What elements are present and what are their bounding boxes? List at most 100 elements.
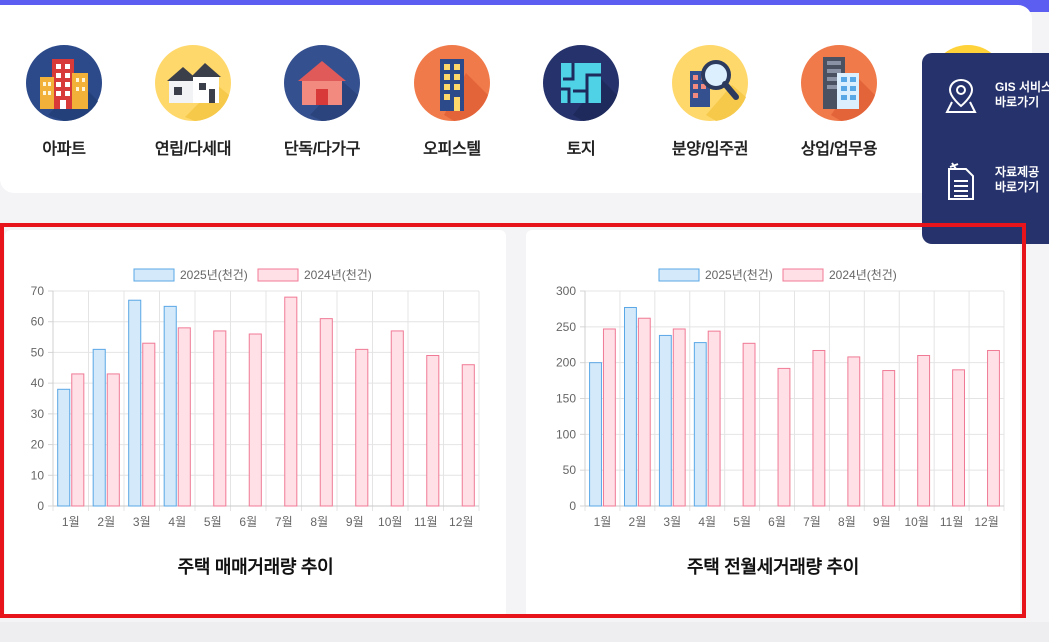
bar-2024 bbox=[742, 342, 756, 507]
x-tick-label: 11월 bbox=[940, 515, 964, 529]
x-tick-label: 4월 bbox=[168, 515, 186, 529]
bar-2024 bbox=[355, 348, 369, 507]
bar-2024 bbox=[319, 318, 333, 507]
bar-2025 bbox=[128, 299, 142, 507]
bar-2024 bbox=[106, 373, 120, 507]
legend-label: 2025년(천건) bbox=[180, 267, 248, 282]
bar-2024 bbox=[812, 349, 826, 507]
document-icon bbox=[948, 162, 974, 200]
x-tick-label: 5월 bbox=[204, 515, 222, 529]
category-commercial[interactable]: 상업/업무용 bbox=[779, 45, 899, 165]
category-label: 분양/입주권 bbox=[671, 141, 749, 158]
legend-swatch bbox=[782, 268, 824, 282]
bar-2025 bbox=[589, 362, 602, 507]
y-tick-label: 50 bbox=[563, 463, 577, 477]
bar-2024 bbox=[987, 349, 1000, 507]
map-pin-icon bbox=[945, 78, 977, 113]
y-tick-label: 200 bbox=[556, 356, 576, 370]
y-tick-label: 10 bbox=[31, 468, 45, 482]
bar-2025 bbox=[658, 334, 672, 507]
category-detached-house[interactable]: 단독/다가구 bbox=[262, 45, 382, 165]
x-tick-label: 3월 bbox=[663, 515, 681, 529]
bar-2024 bbox=[672, 328, 686, 507]
category-apartment[interactable]: 아파트 bbox=[4, 45, 124, 165]
x-tick-label: 4월 bbox=[698, 515, 716, 529]
chart-title: 주택 매매거래량 추이 bbox=[177, 557, 334, 577]
legend-label: 2025년(천건) bbox=[705, 267, 773, 282]
bar-2024 bbox=[71, 373, 85, 507]
legend-swatch bbox=[133, 268, 175, 282]
y-tick-label: 150 bbox=[556, 392, 576, 406]
category-label: 연립/다세대 bbox=[154, 141, 232, 158]
x-tick-label: 12월 bbox=[449, 515, 473, 529]
row-house-icon bbox=[155, 45, 231, 121]
bottom-strip bbox=[0, 622, 1049, 642]
bar-2024 bbox=[602, 328, 616, 507]
bar-2024 bbox=[707, 330, 721, 507]
bar-2024 bbox=[917, 355, 931, 507]
gis-service-link[interactable]: GIS 서비스 바로가기 bbox=[922, 66, 1049, 126]
bar-2025 bbox=[624, 306, 637, 507]
legend-label: 2024년(천건) bbox=[304, 267, 372, 282]
land-icon bbox=[543, 45, 619, 121]
legend-swatch bbox=[257, 268, 299, 282]
x-tick-label: 6월 bbox=[239, 515, 257, 529]
bar-2024 bbox=[637, 317, 651, 507]
legend-label: 2024년(천건) bbox=[829, 267, 897, 282]
x-tick-label: 1월 bbox=[594, 515, 612, 529]
bar-2024 bbox=[284, 296, 298, 507]
x-tick-label: 7월 bbox=[803, 515, 821, 529]
category-panel: 아파트 연립/다세대 단독/다가구 오피스텔 토지 분양/입주권 상업/업무용 bbox=[0, 5, 1032, 193]
y-tick-label: 250 bbox=[556, 320, 576, 334]
y-tick-label: 70 bbox=[31, 284, 45, 298]
bar-2024 bbox=[213, 330, 227, 507]
detached-house-icon bbox=[284, 45, 360, 121]
category-officetel[interactable]: 오피스텔 bbox=[392, 45, 512, 165]
bar-2025 bbox=[163, 305, 177, 507]
gis-service-text: GIS 서비스 바로가기 bbox=[995, 80, 1049, 109]
bar-2025 bbox=[693, 342, 707, 507]
category-list: 아파트 연립/다세대 단독/다가구 오피스텔 토지 분양/입주권 상업/업무용 bbox=[0, 45, 1049, 165]
x-tick-label: 10월 bbox=[378, 515, 402, 529]
x-tick-label: 7월 bbox=[275, 515, 293, 529]
y-tick-label: 50 bbox=[31, 345, 45, 359]
bar-2024 bbox=[461, 364, 475, 507]
bar-2025 bbox=[57, 388, 71, 507]
category-label: 오피스텔 bbox=[423, 141, 481, 158]
bar-2024 bbox=[952, 369, 965, 507]
side-quick-menu: GIS 서비스 바로가기 자료제공 바로가기 bbox=[922, 53, 1049, 244]
apartment-icon bbox=[26, 45, 102, 121]
data-provision-text: 자료제공 바로가기 bbox=[995, 165, 1040, 194]
y-tick-label: 20 bbox=[31, 438, 45, 452]
category-land[interactable]: 토지 bbox=[521, 45, 641, 165]
bar-2024 bbox=[390, 330, 404, 507]
x-tick-label: 2월 bbox=[629, 515, 647, 529]
x-tick-label: 11월 bbox=[414, 515, 438, 529]
bar-2024 bbox=[248, 333, 262, 507]
category-row-house[interactable]: 연립/다세대 bbox=[133, 45, 253, 165]
category-label: 상업/업무용 bbox=[800, 141, 878, 158]
y-tick-label: 0 bbox=[37, 499, 44, 513]
data-provision-link[interactable]: 자료제공 바로가기 bbox=[922, 151, 1049, 211]
sales-volume-chart: 0 10 20 30 40 50 60 70 1월 2월 3월 4월 5월 6월 7월 8월 9월 10월 11월 1… bbox=[31, 267, 480, 529]
bar-2024 bbox=[426, 355, 440, 507]
chart-title: 주택 전월세거래량 추이 bbox=[686, 557, 859, 577]
x-tick-label: 12월 bbox=[974, 515, 998, 529]
x-tick-label: 8월 bbox=[838, 515, 856, 529]
category-label: 아파트 bbox=[42, 141, 86, 158]
presale-search-icon bbox=[672, 45, 748, 121]
x-tick-label: 6월 bbox=[768, 515, 786, 529]
category-presale[interactable]: 분양/입주권 bbox=[650, 45, 770, 165]
x-tick-label: 8월 bbox=[310, 515, 328, 529]
bar-2024 bbox=[777, 367, 791, 507]
sales-volume-card: 0 10 20 30 40 50 60 70 1월 2월 3월 4월 5월 6월 7월 8월 9월 10월 11월 1… bbox=[5, 230, 506, 618]
category-label: 토지 bbox=[566, 141, 596, 158]
x-tick-label: 1월 bbox=[62, 515, 80, 529]
bar-2024 bbox=[847, 356, 861, 507]
officetel-icon bbox=[414, 45, 490, 121]
x-tick-label: 2월 bbox=[97, 515, 115, 529]
x-tick-label: 3월 bbox=[133, 515, 151, 529]
category-label: 단독/다가구 bbox=[283, 141, 361, 158]
x-tick-label: 9월 bbox=[873, 515, 891, 529]
x-tick-label: 10월 bbox=[905, 515, 929, 529]
